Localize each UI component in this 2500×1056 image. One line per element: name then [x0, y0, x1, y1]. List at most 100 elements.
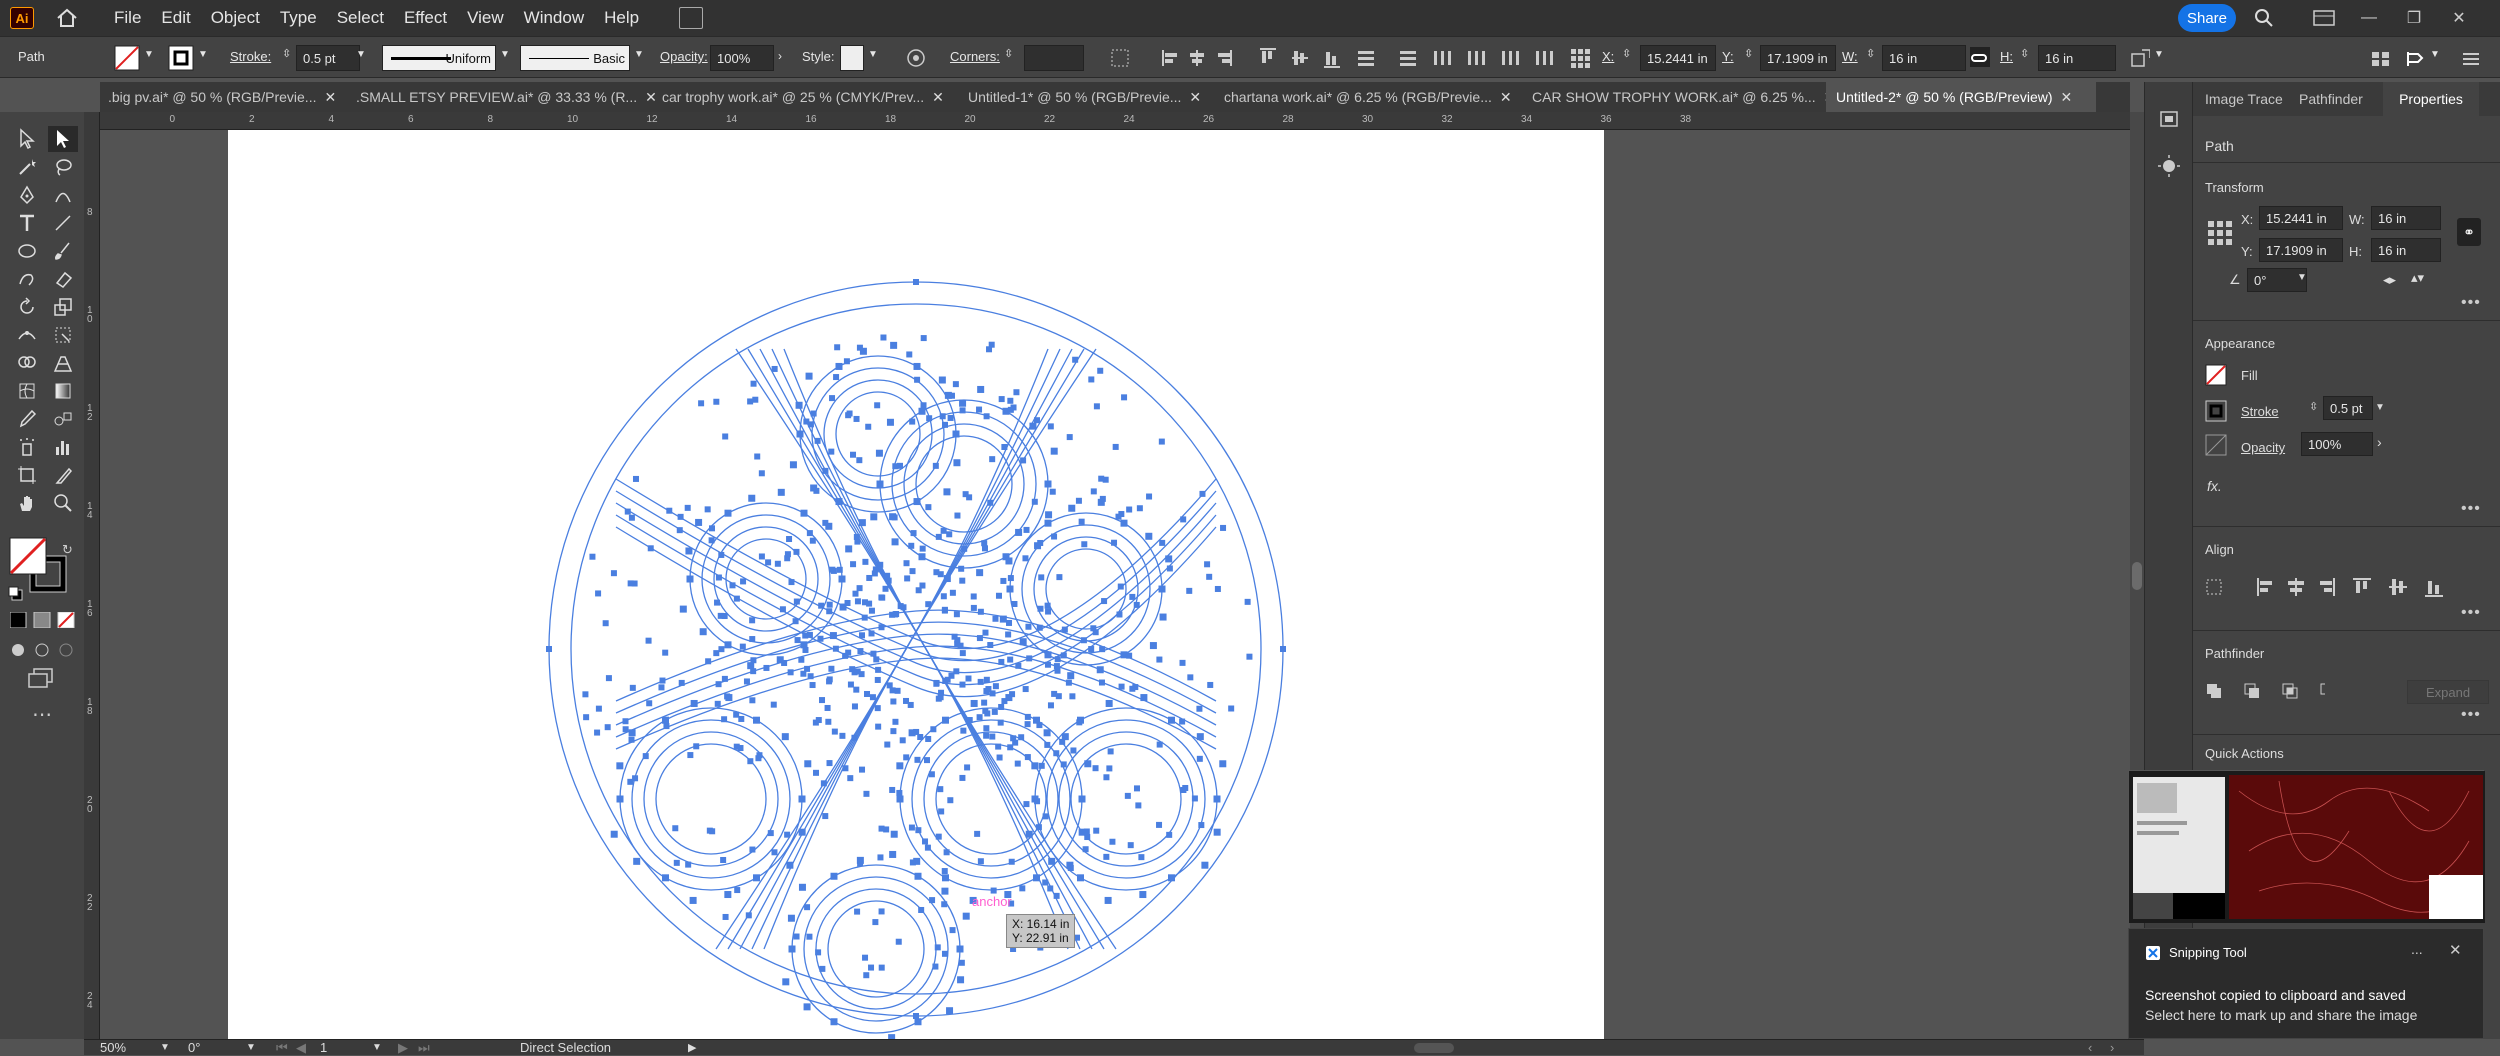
y-field[interactable]: 17.1909 in [1760, 45, 1836, 71]
artboard-number-field[interactable]: 1 [320, 1040, 327, 1056]
expand-button[interactable]: Expand [2407, 680, 2489, 704]
type-tool-icon[interactable] [12, 210, 42, 236]
tab-car-show-trophy-work[interactable]: CAR SHOW TROPHY WORK.ai* @ 6.25 %...✕ [1532, 82, 1835, 112]
distribute-buttons-group[interactable] [1400, 48, 1570, 68]
hand-tool-icon[interactable] [12, 490, 42, 516]
close-icon[interactable]: ✕ [932, 89, 944, 106]
opacity-arrow-icon[interactable]: › [2377, 434, 2382, 450]
scale-tool-icon[interactable] [48, 294, 78, 320]
tab-chartana-work[interactable]: chartana work.ai* @ 6.25 % (RGB/Previe..… [1224, 82, 1528, 112]
tab-car-trophy-work[interactable]: car trophy work.ai* @ 25 % (CMYK/Prev...… [662, 82, 952, 112]
more-options-icon[interactable]: ... [2411, 941, 2423, 957]
close-icon[interactable]: ✕ [1189, 89, 1201, 106]
stroke-swatch[interactable] [168, 45, 194, 71]
appearance-panel-icon[interactable] [2155, 152, 2183, 180]
line-segment-tool-icon[interactable] [48, 210, 78, 236]
more-pathfinder-options-icon[interactable]: ••• [2461, 706, 2481, 724]
close-notification-icon[interactable]: ✕ [2449, 941, 2462, 959]
recolor-artwork-icon[interactable] [906, 48, 926, 68]
reference-point-icon[interactable] [2207, 220, 2233, 246]
scroll-right-icon[interactable]: › [2110, 1040, 2114, 1056]
status-menu-arrow-icon[interactable]: ▶ [688, 1040, 696, 1056]
opacity-arrow-icon[interactable]: › [778, 49, 782, 63]
next-artboard-icon[interactable]: ▶ [398, 1040, 408, 1056]
more-align-options-icon[interactable]: ••• [2461, 604, 2481, 622]
effects-fx-button[interactable]: fx. [2207, 478, 2222, 494]
w-field[interactable]: 16 in [1882, 45, 1966, 71]
tab-pathfinder[interactable]: Pathfinder [2299, 82, 2381, 116]
more-transform-options-icon[interactable]: ••• [2461, 294, 2481, 312]
free-transform-tool-icon[interactable] [48, 322, 78, 348]
menu-view[interactable]: View [467, 8, 504, 28]
variable-width-profile[interactable]: Uniform [382, 45, 496, 71]
fill-dropdown-icon[interactable]: ▼ [144, 49, 154, 60]
screen-mode-icon[interactable] [28, 668, 54, 688]
pathfinder-shape-modes[interactable] [2205, 680, 2325, 702]
lasso-tool-icon[interactable] [48, 154, 78, 180]
restore-icon[interactable]: ❐ [2400, 4, 2428, 32]
tab-small-etsy-preview[interactable]: .SMALL ETSY PREVIEW.ai* @ 33.33 % (R... ✕ [356, 82, 657, 112]
arrange-panels-icon[interactable] [2370, 48, 2390, 68]
magic-wand-tool-icon[interactable] [12, 154, 42, 180]
tab-untitled-2[interactable]: Untitled-2* @ 50 % (RGB/Preview) ✕ [1826, 82, 2096, 112]
align-to-icon[interactable] [1110, 48, 1130, 68]
default-fill-stroke-icon[interactable] [8, 586, 24, 602]
artboard-tool-icon[interactable] [12, 462, 42, 488]
more-appearance-options-icon[interactable]: ••• [2461, 500, 2481, 518]
tab-big-pv[interactable]: .big pv.ai* @ 50 % (RGB/Previe... ✕ [108, 82, 340, 112]
color-gradient-none-buttons[interactable] [10, 612, 80, 628]
stroke-weight-dropdown-icon[interactable]: ▼ [2375, 402, 2385, 413]
close-window-icon[interactable]: ✕ [2445, 4, 2473, 32]
x-label[interactable]: X: [1602, 49, 1614, 64]
stroke-stepper-icon[interactable]: ⇳ [282, 47, 291, 60]
shaper-tool-icon[interactable] [12, 266, 42, 292]
shape-builder-tool-icon[interactable] [12, 350, 42, 376]
constrain-proportions-link-icon[interactable]: ⚭ [2457, 218, 2481, 246]
previous-artboard-icon[interactable]: ◀ [296, 1040, 306, 1056]
menu-object[interactable]: Object [211, 8, 260, 28]
rotation-dropdown-icon[interactable]: ▼ [246, 1040, 256, 1056]
h-field[interactable]: 16 in [2038, 45, 2116, 71]
w-stepper-icon[interactable]: ⇳ [1866, 47, 1875, 60]
panel-y-field[interactable]: 17.1909 in [2259, 238, 2343, 262]
scroll-left-icon[interactable]: ‹ [2088, 1040, 2092, 1056]
menu-window[interactable]: Window [524, 8, 584, 28]
canvas-area[interactable]: anchor X: 16.14 in Y: 22.91 in [100, 130, 2130, 1039]
home-icon[interactable] [50, 3, 84, 33]
workspace-icon[interactable] [2310, 4, 2338, 32]
last-artboard-icon[interactable]: ⏭ [418, 1040, 430, 1056]
slice-tool-icon[interactable] [48, 462, 78, 488]
gradient-tool-icon[interactable] [48, 378, 78, 404]
snipping-tool-notification[interactable]: Snipping Tool ... ✕ Screenshot copied to… [2128, 928, 2484, 1039]
snipping-tool-thumbnail[interactable] [2128, 770, 2485, 923]
stroke-weight-field[interactable]: 0.5 pt [296, 45, 360, 71]
horizontal-scrollbar-thumb[interactable] [1414, 1043, 1454, 1053]
align-buttons-group[interactable] [2205, 576, 2485, 598]
brush-definition[interactable]: Basic [520, 45, 630, 71]
h-label[interactable]: H: [2000, 49, 2013, 64]
brush-dropdown-icon[interactable]: ▼ [634, 49, 644, 60]
x-stepper-icon[interactable]: ⇳ [1622, 47, 1631, 60]
profile-dropdown-icon[interactable]: ▼ [500, 49, 510, 60]
menu-file[interactable]: File [114, 8, 141, 28]
flip-vertical-icon[interactable]: ▴▾ [2411, 270, 2424, 286]
panel-h-field[interactable]: 16 in [2371, 238, 2441, 262]
menu-select[interactable]: Select [337, 8, 384, 28]
eraser-tool-icon[interactable] [48, 266, 78, 292]
panel-w-field[interactable]: 16 in [2371, 206, 2441, 230]
quick-actions-icon[interactable] [2404, 48, 2424, 68]
libraries-panel-icon[interactable] [2155, 106, 2183, 134]
zoom-dropdown-icon[interactable]: ▼ [160, 1040, 170, 1056]
minimize-icon[interactable]: — [2355, 4, 2383, 32]
close-icon[interactable]: ✕ [1500, 89, 1512, 106]
tab-untitled-1[interactable]: Untitled-1* @ 50 % (RGB/Previe... ✕ [968, 82, 1202, 112]
selected-path-artwork[interactable] [228, 130, 1604, 1039]
artboard[interactable]: anchor X: 16.14 in Y: 22.91 in [228, 130, 1604, 1039]
paintbrush-tool-icon[interactable] [48, 238, 78, 264]
w-label[interactable]: W: [1842, 49, 1858, 64]
edit-toolbar-icon[interactable]: ⋯ [32, 702, 52, 727]
y-label[interactable]: Y: [1722, 49, 1734, 64]
blend-tool-icon[interactable] [48, 406, 78, 432]
reference-point-icon[interactable] [1570, 48, 1590, 68]
align-buttons-group[interactable] [1162, 48, 1392, 68]
